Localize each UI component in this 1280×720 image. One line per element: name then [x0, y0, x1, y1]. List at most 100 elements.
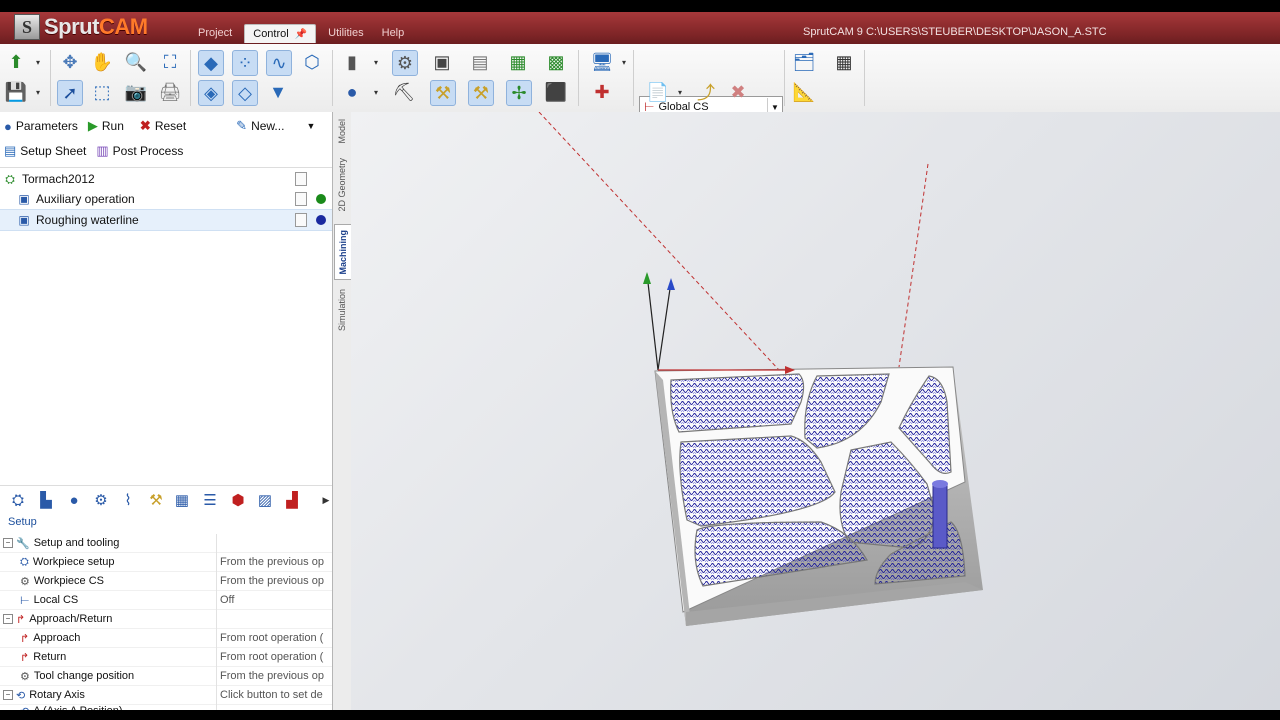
- export-icon[interactable]: ⤴: [694, 80, 718, 104]
- shading-dropdown-icon[interactable]: ▾: [374, 88, 378, 97]
- tab-project[interactable]: Project: [192, 24, 238, 43]
- workpiece-icon[interactable]: ▤: [468, 50, 492, 74]
- calculator-icon[interactable]: ▦: [832, 50, 856, 74]
- monitor-dropdown-icon[interactable]: ▾: [622, 58, 626, 67]
- print-icon[interactable]: 🖨: [158, 80, 182, 104]
- feed-tab-icon[interactable]: ●: [64, 490, 84, 510]
- document-icon[interactable]: 📄: [646, 80, 670, 104]
- stock-dropdown-icon[interactable]: ▾: [374, 58, 378, 67]
- zoom-icon[interactable]: 🔍: [124, 50, 148, 74]
- prop-row[interactable]: − 🔧 Setup and tooling: [0, 534, 332, 553]
- new-operation-button[interactable]: ✎ New... ▼: [236, 118, 315, 134]
- orbit-icon[interactable]: ✥: [58, 50, 82, 74]
- prop-name: Local CS: [33, 594, 79, 606]
- coordinate-system-icon[interactable]: ✚: [590, 80, 614, 104]
- tree-item-machine[interactable]: ⛭ Tormach2012: [0, 169, 332, 189]
- prop-value: Off: [220, 594, 235, 606]
- prop-row[interactable]: − ⟲ Rotary Axis Click button to set de: [0, 686, 332, 705]
- tab-machining[interactable]: Machining: [334, 224, 352, 280]
- tab-control[interactable]: Control 📌: [244, 24, 317, 43]
- chevron-down-icon[interactable]: ▼: [306, 121, 315, 131]
- model-green-icon[interactable]: ▦: [506, 50, 530, 74]
- axis-tool-icon[interactable]: ✢: [506, 80, 532, 106]
- tree-item-roughing[interactable]: ▣ Roughing waterline: [0, 209, 332, 231]
- zoom-fit-icon[interactable]: ⛶: [158, 50, 182, 74]
- gear-icon[interactable]: ⚙: [91, 490, 111, 510]
- prop-row[interactable]: − ↱ Approach/Return: [0, 610, 332, 629]
- setup-sheet-button[interactable]: ▤ Setup Sheet: [4, 143, 86, 159]
- post-process-button[interactable]: ▥ Post Process: [96, 143, 183, 159]
- stop-tab-icon[interactable]: ⬢: [228, 490, 248, 510]
- delete-cs-icon[interactable]: ✖: [726, 80, 750, 104]
- z-axis-arrow-icon: [667, 278, 675, 290]
- workpiece-tab-icon[interactable]: ▨: [255, 490, 275, 510]
- document-icon[interactable]: [295, 172, 307, 186]
- pin-icon[interactable]: 📌: [295, 29, 307, 40]
- camera-icon[interactable]: 📷: [124, 80, 148, 104]
- prop-row[interactable]: ↱ Return From root operation (: [0, 648, 332, 667]
- select-points-icon[interactable]: ⁘: [232, 50, 258, 76]
- open-icon[interactable]: ⬆: [4, 50, 28, 74]
- open-dropdown-icon[interactable]: ▾: [36, 58, 40, 67]
- 3d-viewport[interactable]: [351, 112, 1280, 710]
- pan-hand-icon[interactable]: ✋: [90, 50, 114, 74]
- rect-select-icon[interactable]: ⬚: [90, 80, 114, 104]
- shading-sphere-icon[interactable]: ●: [340, 80, 364, 104]
- list-tab-icon[interactable]: ☰: [200, 490, 220, 510]
- prop-row[interactable]: ↱ Approach From root operation (: [0, 629, 332, 648]
- wrench-icon: 🔧: [16, 537, 30, 550]
- collapse-icon[interactable]: −: [3, 614, 13, 624]
- select-faces-icon[interactable]: ◆: [198, 50, 224, 76]
- tab-2d-geometry[interactable]: 2D Geometry: [334, 152, 350, 218]
- tool-tab-icon[interactable]: ▙: [36, 490, 56, 510]
- select-surfaces-icon[interactable]: ⬡: [300, 50, 324, 74]
- save-icon[interactable]: 💾: [4, 80, 28, 104]
- simulation-tool-icon[interactable]: ⬛: [544, 80, 568, 104]
- select-curves-icon[interactable]: ∿: [266, 50, 292, 76]
- tool-holder-icon[interactable]: ⛏: [392, 80, 416, 104]
- prop-row[interactable]: ⚙ Tool change position From the previous o…: [0, 667, 332, 686]
- prop-row[interactable]: ⚙ Workpiece CS From the previous op: [0, 572, 332, 591]
- caliper-icon[interactable]: 📐: [792, 80, 816, 104]
- document-dropdown-icon[interactable]: ▾: [678, 88, 682, 97]
- document-icon[interactable]: [295, 192, 307, 206]
- machine-tab-icon[interactable]: ▟: [282, 490, 302, 510]
- prop-row[interactable]: ⛭ Workpiece setup From the previous op: [0, 553, 332, 572]
- tab-simulation[interactable]: Simulation: [334, 284, 350, 336]
- collapse-icon[interactable]: −: [3, 690, 13, 700]
- setup-tab-icon[interactable]: ⛭: [8, 490, 28, 510]
- prop-value: From root operation (: [220, 632, 324, 644]
- tab-label: Model: [337, 118, 347, 144]
- tab-utilities[interactable]: Utilities: [322, 24, 369, 43]
- prop-value: From the previous op: [220, 556, 324, 568]
- run-button[interactable]: ▶ Run: [88, 118, 124, 134]
- screen-bottom-band: [0, 710, 1280, 720]
- tree-item-auxiliary[interactable]: ▣ Auxiliary operation: [0, 189, 332, 209]
- collapse-icon[interactable]: −: [3, 538, 13, 548]
- document-icon[interactable]: [295, 213, 307, 227]
- setup-section-label[interactable]: Setup: [8, 516, 37, 528]
- stock-ok-icon[interactable]: ▩: [544, 50, 568, 74]
- select-shells-icon[interactable]: ◇: [232, 80, 258, 106]
- select-arrow-icon[interactable]: ➚: [57, 80, 83, 106]
- parameters-button[interactable]: ● Parameters: [4, 119, 78, 134]
- tab-help[interactable]: Help: [376, 24, 411, 43]
- select-solids-icon[interactable]: ◈: [198, 80, 224, 106]
- cylinder-stock-icon[interactable]: ▮: [340, 50, 364, 74]
- table-tab-icon[interactable]: ▦: [172, 490, 192, 510]
- strategy-tab-icon[interactable]: ⌇: [118, 490, 138, 510]
- tool-holder-tab-icon[interactable]: ⚒: [146, 490, 166, 510]
- machine-settings-icon[interactable]: 🗂: [792, 50, 816, 74]
- select-filter-icon[interactable]: ▼: [266, 80, 290, 104]
- fixture-icon[interactable]: ▣: [430, 50, 454, 74]
- tab-model[interactable]: Model: [334, 114, 350, 148]
- prop-row[interactable]: ⊢ Local CS Off: [0, 591, 332, 610]
- tool-path-icon[interactable]: ⚒: [468, 80, 494, 106]
- save-dropdown-icon[interactable]: ▾: [36, 88, 40, 97]
- monitor-icon[interactable]: 🖥: [590, 50, 614, 74]
- machine-view-icon[interactable]: ⚙: [392, 50, 418, 76]
- reset-button[interactable]: ✖ Reset: [140, 118, 186, 134]
- 3d-scene: [538, 112, 983, 626]
- tool-yellow-icon[interactable]: ⚒: [430, 80, 456, 106]
- screen-top-band: [0, 0, 1280, 12]
